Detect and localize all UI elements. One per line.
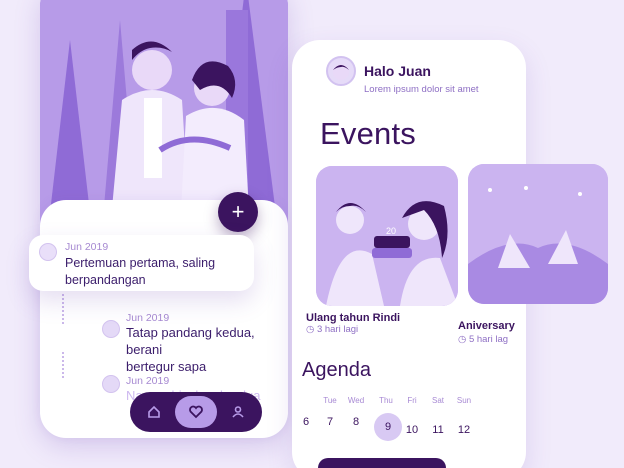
events-title: Events xyxy=(320,116,416,151)
avatar[interactable] xyxy=(326,56,356,86)
date-cell[interactable]: 6 xyxy=(294,416,318,428)
day-label: Sat xyxy=(431,396,444,405)
heart-icon[interactable] xyxy=(174,396,217,428)
bottom-navigation xyxy=(130,392,262,432)
anniversary-illustration xyxy=(468,164,608,304)
bottom-bar xyxy=(318,458,446,468)
date-cell[interactable]: 8 xyxy=(344,416,368,428)
timeline-title: Pertemuan pertama, saling berpandangan xyxy=(65,256,216,287)
svg-text:20: 20 xyxy=(386,226,396,236)
agenda-title: Agenda xyxy=(302,359,371,381)
event-time: ◷ 5 hari lag xyxy=(458,334,509,345)
date-cell-active[interactable]: 9 xyxy=(374,413,402,441)
couple-illustration xyxy=(40,0,288,230)
date-cell[interactable]: 12 xyxy=(452,424,476,436)
day-label: Sun xyxy=(456,396,472,405)
day-label: Tue xyxy=(323,396,337,405)
rings-icon xyxy=(102,320,120,338)
timeline-card[interactable]: Jun 2019 Pertemuan pertama, saling berpa… xyxy=(29,235,254,291)
birthday-illustration: 20 xyxy=(316,166,458,306)
day-label: Wed xyxy=(347,396,365,405)
timeline-date: Jun 2019 xyxy=(126,375,170,387)
timeline-date: Jun 2019 xyxy=(65,241,109,253)
day-label: Thu xyxy=(379,396,393,405)
person-icon[interactable] xyxy=(224,398,252,426)
timeline-title: Tatap pandang kedua, berani bertegur sap… xyxy=(126,325,255,374)
day-label: Fri xyxy=(407,396,417,405)
date-cell[interactable]: 11 xyxy=(426,424,450,436)
greeting-subtitle: Lorem ipsum dolor sit amet xyxy=(364,84,479,95)
home-icon[interactable] xyxy=(140,398,168,426)
event-card-anniversary[interactable] xyxy=(468,164,608,304)
date-cell[interactable]: 7 xyxy=(318,416,342,428)
heart-icon xyxy=(102,375,120,393)
rings-icon xyxy=(39,243,57,261)
date-cell[interactable]: 10 xyxy=(400,424,424,436)
timeline-date: Jun 2019 xyxy=(126,312,170,324)
event-card-birthday[interactable]: 20 xyxy=(316,166,458,306)
event-time: ◷ 3 hari lagi xyxy=(306,324,359,335)
event-name: Aniversary xyxy=(458,320,515,332)
event-name: Ulang tahun Rindi xyxy=(306,312,401,324)
add-button[interactable]: + xyxy=(218,192,258,232)
greeting: Halo Juan xyxy=(364,63,431,79)
